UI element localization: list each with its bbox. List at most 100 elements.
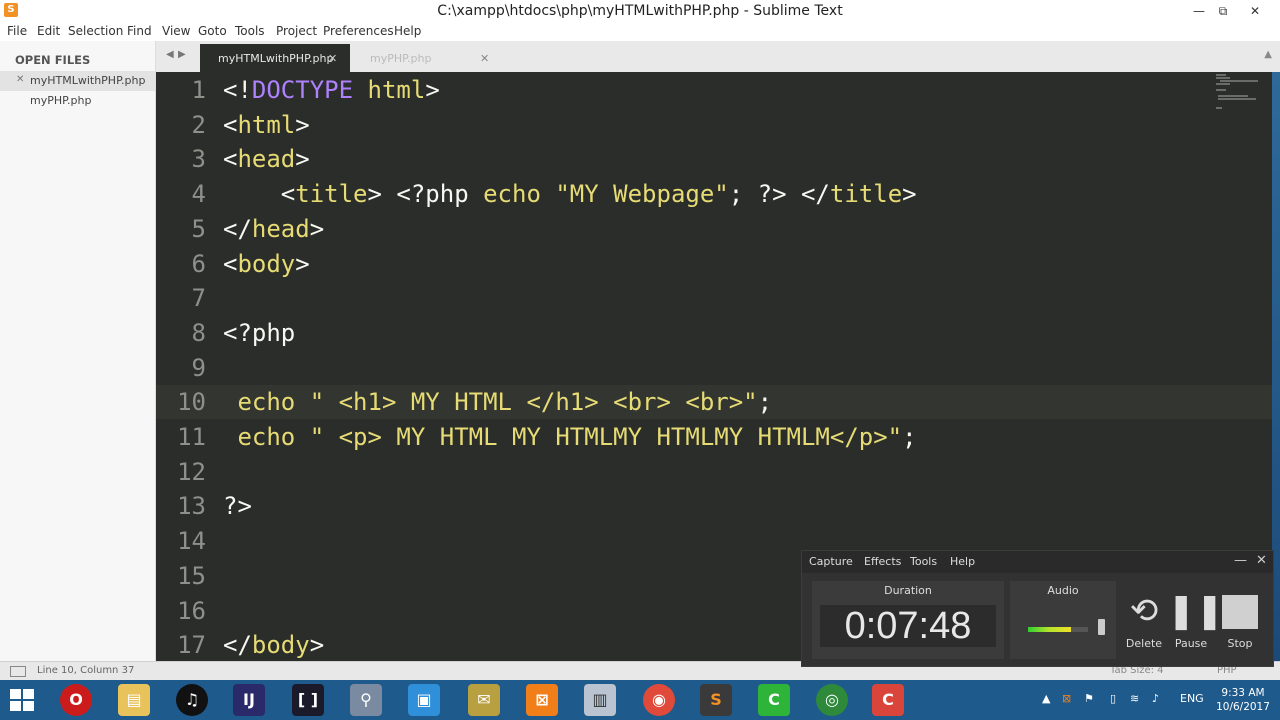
system-monitor-icon[interactable]: ▥ bbox=[584, 684, 616, 716]
title-bar: S C:\xampp\htdocs\php\myHTMLwithPHP.php … bbox=[0, 0, 1280, 22]
code-token: ; ?> </ bbox=[728, 180, 830, 209]
code-line[interactable]: 12 bbox=[156, 455, 1280, 489]
folder-app-icon[interactable]: ▣ bbox=[408, 684, 440, 716]
recorder-minimize-icon[interactable]: — bbox=[1234, 553, 1247, 568]
line-number: 14 bbox=[177, 527, 206, 556]
menu-project[interactable]: Project bbox=[276, 24, 317, 38]
code-line[interactable]: 7 bbox=[156, 281, 1280, 315]
intellij-icon[interactable]: IJ bbox=[233, 684, 265, 716]
code-line[interactable]: 4 <title> <?php echo "MY Webpage"; ?> </… bbox=[156, 177, 1280, 211]
duration-timer: 0:07:48 bbox=[820, 605, 996, 647]
menu-find[interactable]: Find bbox=[127, 24, 152, 38]
menu-view[interactable]: View bbox=[162, 24, 190, 38]
pause-button[interactable]: ❚❚ Pause bbox=[1167, 591, 1224, 657]
code-line[interactable]: 9 bbox=[156, 351, 1280, 385]
menu-goto[interactable]: Goto bbox=[198, 24, 227, 38]
code-line[interactable]: 10 echo " <h1> MY HTML </h1> <br> <br>"; bbox=[156, 385, 1280, 420]
code-token: ?> bbox=[223, 492, 252, 521]
code-line[interactable]: 11 echo " <p> MY HTML MY HTMLMY HTMLMY H… bbox=[156, 420, 1280, 454]
recorder-menu-help[interactable]: Help bbox=[950, 555, 975, 568]
recorder-widget: Capture Effects Tools Help — ✕ Duration … bbox=[801, 550, 1274, 667]
delete-button[interactable]: ⟲ Delete bbox=[1120, 591, 1168, 657]
stop-button[interactable]: Stop bbox=[1216, 591, 1264, 657]
minimap[interactable] bbox=[1216, 74, 1264, 110]
magnifier-icon[interactable]: ⚲ bbox=[350, 684, 382, 716]
menu-selection[interactable]: Selection bbox=[68, 24, 123, 38]
menu-preferences[interactable]: Preferences bbox=[323, 24, 394, 38]
menu-tools[interactable]: Tools bbox=[235, 24, 265, 38]
xampp-icon[interactable]: ⊠ bbox=[526, 684, 558, 716]
code-token: < bbox=[223, 180, 296, 209]
code-token: " <h1> MY HTML </h1> <br> <br>" bbox=[309, 388, 758, 417]
code-token: body bbox=[251, 631, 310, 660]
tab-close-icon[interactable]: ✕ bbox=[480, 52, 489, 65]
code-line[interactable]: 1 <!DOCTYPE html> bbox=[156, 73, 1280, 107]
recorder-close-icon[interactable]: ✕ bbox=[1256, 553, 1267, 568]
code-line[interactable]: 5 </head> bbox=[156, 212, 1280, 246]
archive-icon[interactable]: ✉ bbox=[468, 684, 500, 716]
tray-xampp-icon[interactable]: ⊠ bbox=[1062, 692, 1071, 705]
open-files-header: OPEN FILES bbox=[15, 53, 91, 67]
code-token: echo bbox=[223, 423, 310, 451]
close-button[interactable]: ✕ bbox=[1240, 0, 1270, 22]
tray-expand-icon[interactable]: ▲ bbox=[1042, 692, 1050, 705]
recorder-menu-effects[interactable]: Effects bbox=[864, 555, 901, 568]
camtasia-icon[interactable]: C bbox=[758, 684, 790, 716]
tab-myhtmlwithphp[interactable]: myHTMLwithPHP.php ✕ bbox=[200, 44, 350, 72]
code-line[interactable]: 2 <html> bbox=[156, 108, 1280, 142]
tab-dropdown-icon[interactable]: ▲ bbox=[1264, 49, 1272, 60]
tab-close-icon[interactable]: ✕ bbox=[328, 52, 337, 65]
close-icon[interactable]: ✕ bbox=[16, 74, 24, 85]
tray-wifi-icon[interactable]: ≋ bbox=[1130, 692, 1139, 705]
code-token: < bbox=[223, 249, 238, 278]
opera-icon[interactable]: O bbox=[60, 684, 92, 716]
tray-language[interactable]: ENG bbox=[1180, 692, 1204, 705]
pause-label: Pause bbox=[1174, 637, 1208, 650]
code-token: html bbox=[237, 110, 296, 139]
clock-date: 10/6/2017 bbox=[1216, 701, 1270, 713]
code-text: <body> bbox=[223, 250, 310, 278]
audio-level-fill bbox=[1028, 627, 1072, 632]
tab-label: myPHP.php bbox=[370, 52, 432, 65]
sidebar-file-myhtmlwithphp[interactable]: ✕ myHTMLwithPHP.php bbox=[0, 71, 155, 91]
cursor-position: Line 10, Column 37 bbox=[37, 665, 135, 676]
tray-battery-icon[interactable]: ▯ bbox=[1110, 692, 1116, 705]
chrome-icon[interactable]: ◉ bbox=[643, 684, 675, 716]
recorder-menu-capture[interactable]: Capture bbox=[809, 555, 853, 568]
console-toggle-icon[interactable] bbox=[10, 666, 26, 677]
tray-volume-icon[interactable]: ♪ bbox=[1152, 692, 1159, 705]
stop-icon bbox=[1222, 595, 1258, 629]
windows-start-icon[interactable] bbox=[10, 689, 34, 711]
headphones-icon[interactable]: ♫ bbox=[176, 684, 208, 716]
code-line[interactable]: 3 <head> bbox=[156, 142, 1280, 176]
code-line[interactable]: 8 <?php bbox=[156, 316, 1280, 350]
code-text: <?php bbox=[223, 319, 295, 347]
tray-flag-icon[interactable]: ⚑ bbox=[1084, 692, 1094, 705]
menu-edit[interactable]: Edit bbox=[37, 24, 60, 38]
tab-prev-icon[interactable]: ◀ bbox=[166, 49, 174, 60]
line-number: 8 bbox=[191, 318, 206, 347]
code-token: < bbox=[223, 110, 238, 139]
network-icon[interactable]: ◎ bbox=[816, 684, 848, 716]
line-number: 15 bbox=[177, 561, 206, 590]
file-explorer-icon[interactable]: ▤ bbox=[118, 684, 150, 716]
duration-panel: Duration 0:07:48 bbox=[812, 581, 1004, 659]
code-line[interactable]: 13 ?> bbox=[156, 489, 1280, 523]
line-number: 1 bbox=[191, 76, 206, 104]
audio-volume-slider[interactable] bbox=[1098, 619, 1105, 635]
code-text: echo " <h1> MY HTML </h1> <br> <br>"; bbox=[223, 388, 772, 416]
code-token: > bbox=[309, 214, 325, 243]
recorder-menu-tools[interactable]: Tools bbox=[910, 555, 937, 568]
sidebar-file-myphp[interactable]: myPHP.php bbox=[0, 91, 155, 111]
tab-next-icon[interactable]: ▶ bbox=[178, 49, 186, 60]
camtasia-recorder-icon[interactable]: C bbox=[872, 684, 904, 716]
brackets-icon[interactable]: [ ] bbox=[292, 684, 324, 716]
menu-file[interactable]: File bbox=[7, 24, 27, 38]
menu-help[interactable]: Help bbox=[394, 24, 421, 38]
tab-myphp[interactable]: myPHP.php ✕ bbox=[352, 44, 502, 72]
taskbar-clock[interactable]: 9:33 AM 10/6/2017 bbox=[1213, 686, 1273, 714]
restore-button[interactable]: ⧉ bbox=[1208, 0, 1238, 22]
sublime-icon[interactable]: S bbox=[700, 684, 732, 716]
code-text: ?> bbox=[223, 492, 252, 520]
code-line[interactable]: 6 <body> bbox=[156, 247, 1280, 281]
